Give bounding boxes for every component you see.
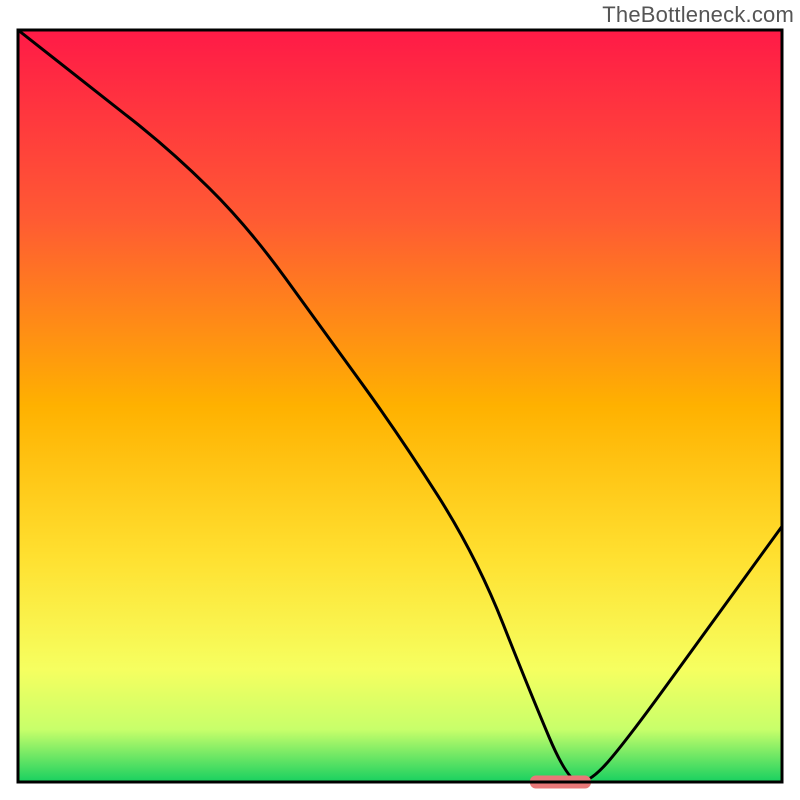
chart-canvas <box>0 0 800 800</box>
plot-background <box>18 30 782 782</box>
watermark-text: TheBottleneck.com <box>602 2 794 28</box>
bottleneck-chart: TheBottleneck.com <box>0 0 800 800</box>
